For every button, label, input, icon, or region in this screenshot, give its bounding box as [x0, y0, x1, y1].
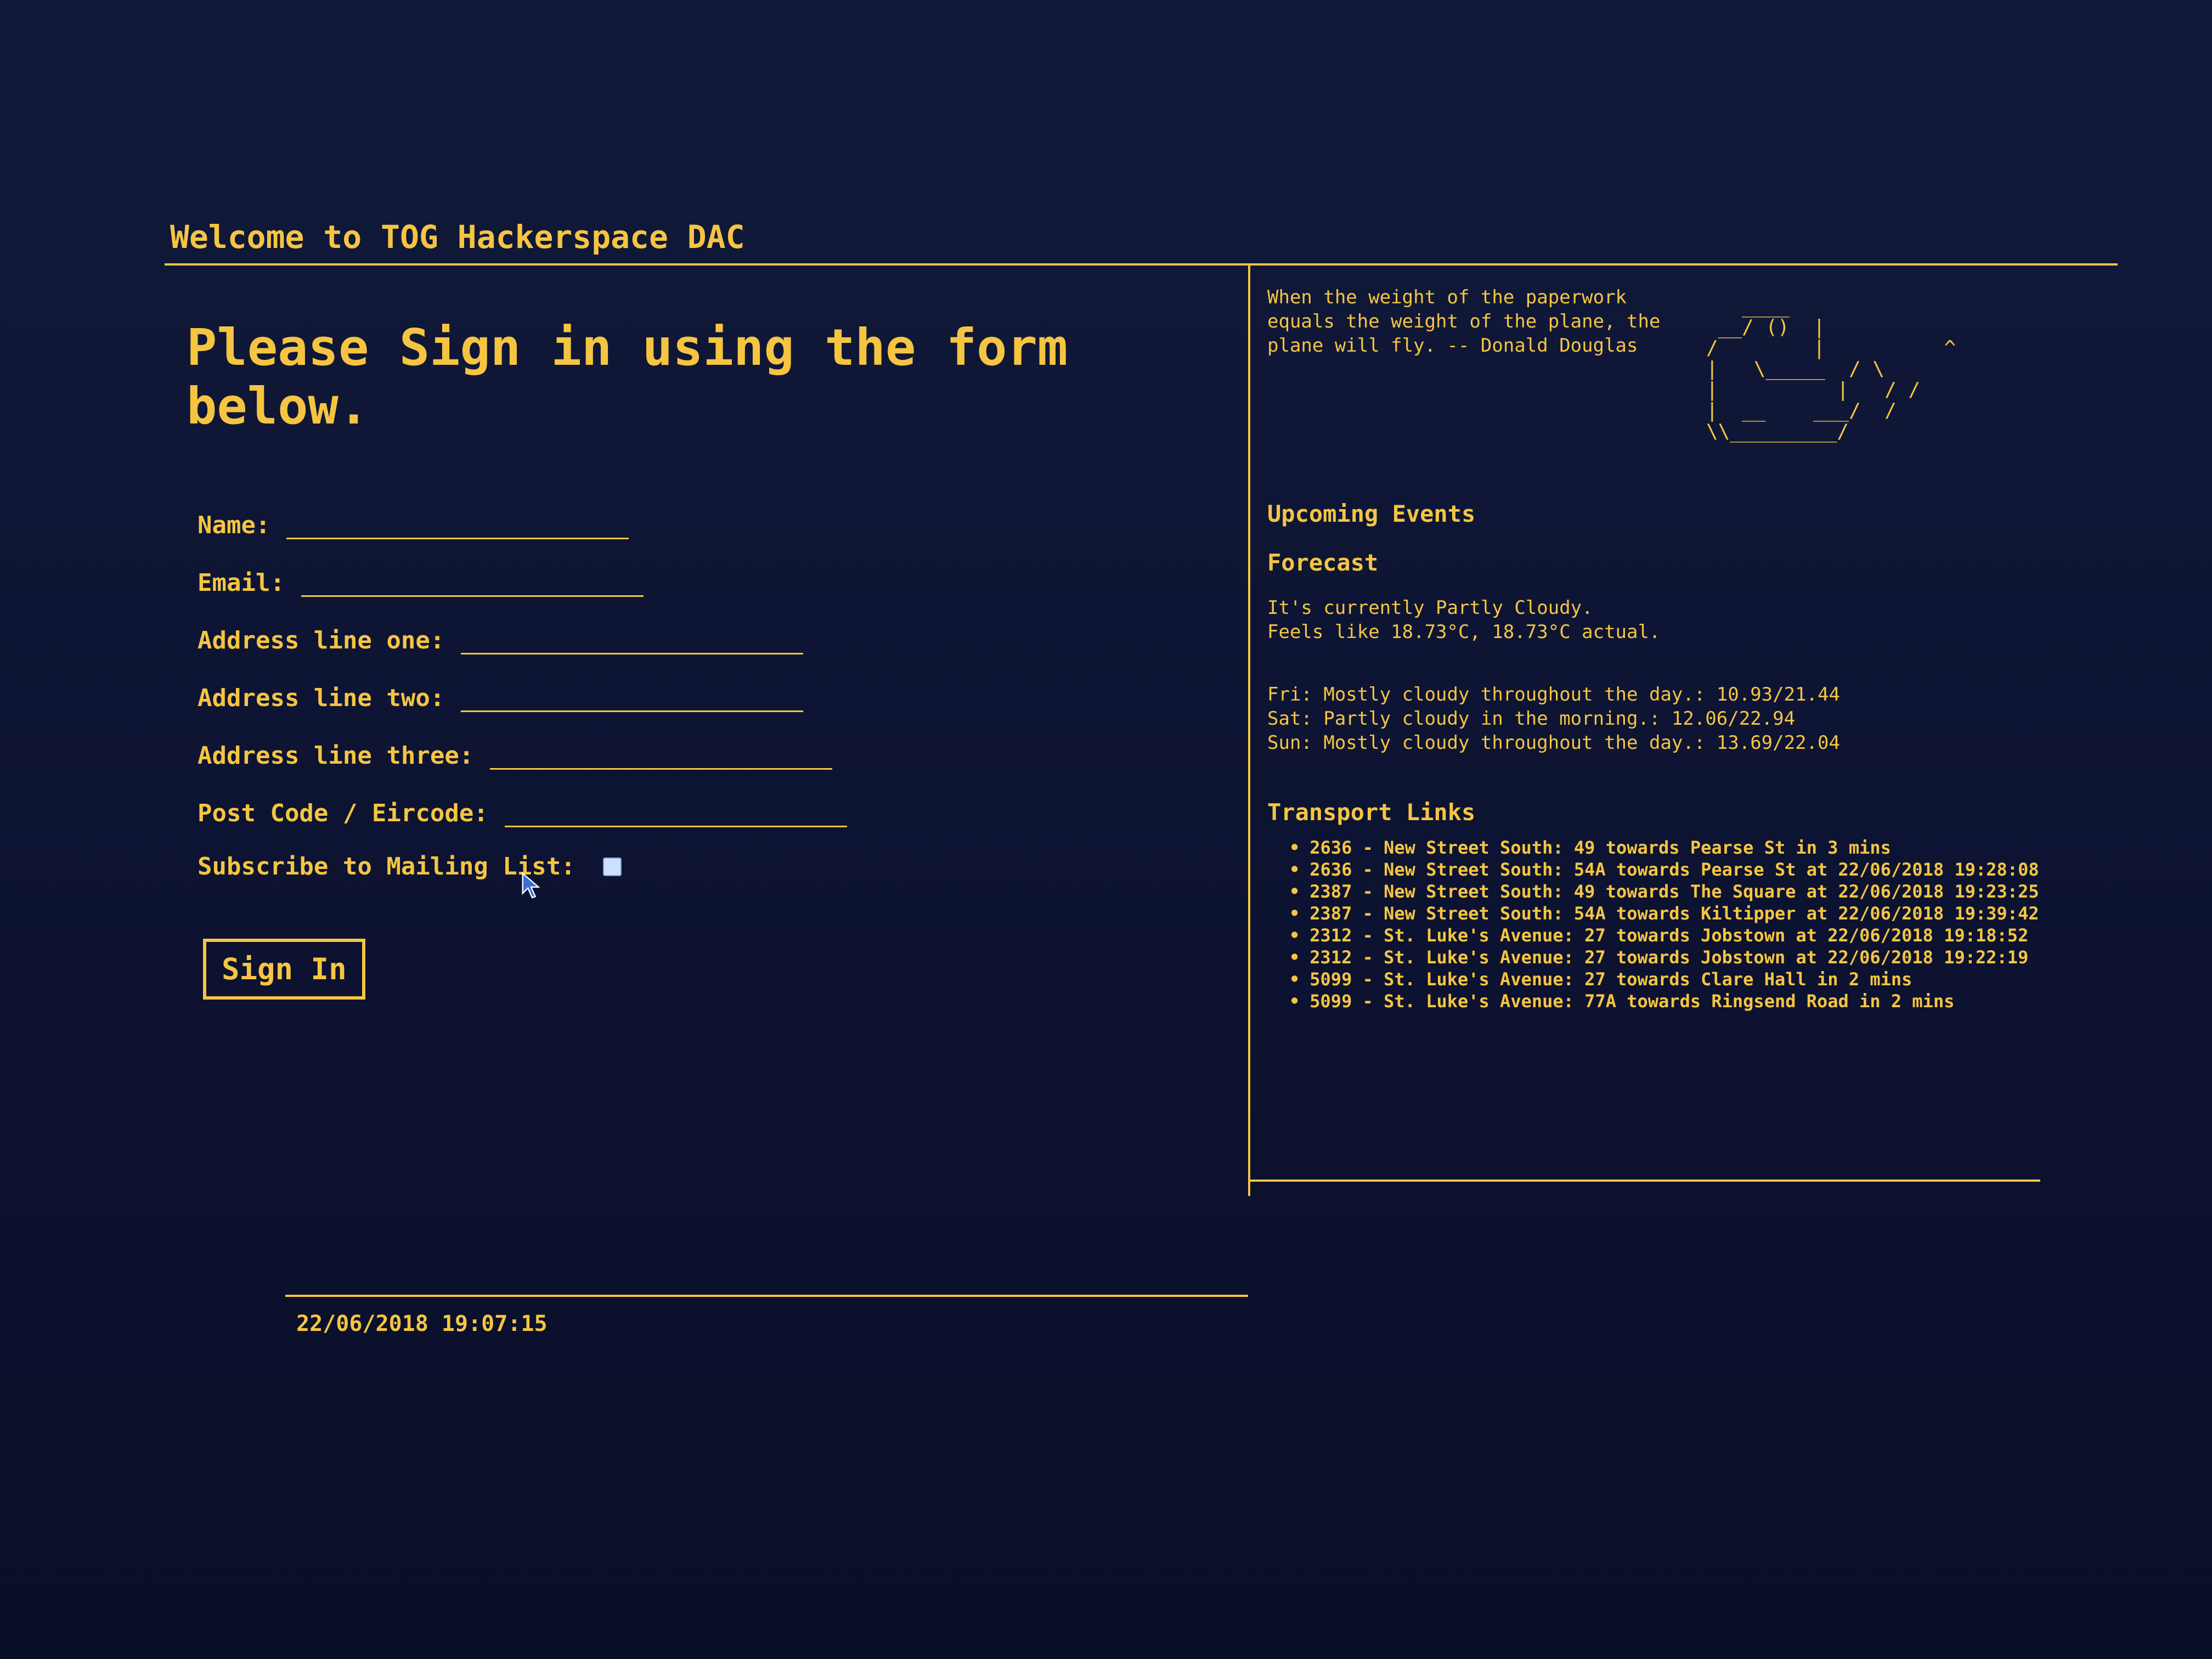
transport-item: 5099 - St. Luke's Avenue: 77A towards Ri…: [1289, 990, 2090, 1012]
address-line-two-label: Address line two:: [198, 684, 445, 712]
transport-item: 2387 - New Street South: 49 towards The …: [1289, 881, 2090, 902]
transport-list: 2636 - New Street South: 49 towards Pear…: [1289, 837, 2090, 1012]
email-label: Email:: [198, 569, 285, 597]
address-line-two-row: Address line two:: [198, 680, 1223, 712]
quote-text: When the weight of the paperwork equals …: [1267, 286, 1661, 357]
post-code-row: Post Code / Eircode:: [198, 795, 1223, 827]
transport-heading: Transport Links: [1267, 799, 1476, 826]
events-heading: Upcoming Events: [1267, 500, 1476, 527]
transport-item: 2636 - New Street South: 49 towards Pear…: [1289, 837, 2090, 859]
transport-item: 2636 - New Street South: 54A towards Pea…: [1289, 859, 2090, 881]
subscribe-label: Subscribe to Mailing List:: [198, 853, 575, 881]
email-field[interactable]: [301, 565, 644, 597]
subscribe-checkbox[interactable]: [602, 857, 622, 876]
mouse-cursor-icon: [522, 872, 540, 899]
info-panel-bottom-rule: [1250, 1180, 2040, 1182]
header-bar: Welcome to TOG Hackerspace DAC: [165, 214, 2118, 266]
current-weather: It's currently Partly Cloudy. Feels like…: [1267, 597, 1661, 643]
forecast-heading: Forecast: [1267, 549, 1379, 576]
signin-panel: Please Sign in using the form below. Nam…: [181, 296, 1223, 1000]
subscribe-row: Subscribe to Mailing List:: [198, 853, 1223, 881]
kiosk-screen: Welcome to TOG Hackerspace DAC Please Si…: [0, 0, 2212, 1659]
page-title: Please Sign in using the form below.: [187, 318, 1068, 436]
info-panel: When the weight of the paperwork equals …: [1267, 285, 2090, 1012]
address-line-three-field[interactable]: [490, 737, 833, 770]
name-row: Name:: [198, 507, 1223, 539]
post-code-field[interactable]: [504, 795, 847, 827]
column-divider: [1248, 263, 1250, 1196]
address-line-three-row: Address line three:: [198, 737, 1223, 770]
transport-item: 2312 - St. Luke's Avenue: 27 towards Job…: [1289, 946, 2090, 968]
transport-item: 2312 - St. Luke's Avenue: 27 towards Job…: [1289, 924, 2090, 946]
forecast-day: Sun: Mostly cloudy throughout the day.: …: [1267, 732, 1840, 754]
sign-in-button[interactable]: Sign In: [203, 939, 365, 1000]
email-row: Email:: [198, 565, 1223, 597]
post-code-label: Post Code / Eircode:: [198, 799, 488, 827]
duck-ascii-art: ____ __/ () | / | ^ | \_____ / \ | | / /…: [1706, 295, 1956, 443]
transport-item: 2387 - New Street South: 54A towards Kil…: [1289, 902, 2090, 924]
address-line-one-field[interactable]: [461, 622, 804, 654]
forecast-list: Fri: Mostly cloudy throughout the day.: …: [1267, 682, 2090, 755]
name-field[interactable]: [286, 507, 629, 539]
transport-item: 5099 - St. Luke's Avenue: 27 towards Cla…: [1289, 968, 2090, 990]
footer-timestamp: 22/06/2018 19:07:15: [296, 1311, 548, 1336]
address-line-one-label: Address line one:: [198, 627, 445, 654]
footer-rule: [285, 1295, 1248, 1297]
header-title: Welcome to TOG Hackerspace DAC: [170, 218, 745, 256]
name-label: Name:: [198, 511, 270, 539]
forecast-day: Fri: Mostly cloudy throughout the day.: …: [1267, 684, 1840, 706]
address-line-one-row: Address line one:: [198, 622, 1223, 654]
address-line-three-label: Address line three:: [198, 742, 474, 770]
forecast-day: Sat: Partly cloudy in the morning.: 12.0…: [1267, 708, 1796, 730]
address-line-two-field[interactable]: [461, 680, 804, 712]
